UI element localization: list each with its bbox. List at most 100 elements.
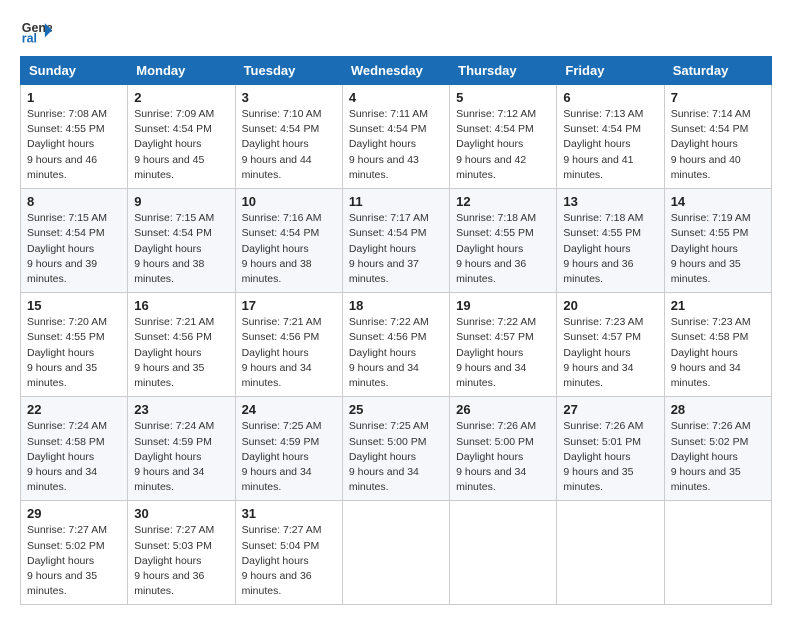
calendar-header-tuesday: Tuesday (235, 57, 342, 85)
day-number: 1 (27, 90, 121, 105)
day-number: 21 (671, 298, 765, 313)
day-info: Sunrise: 7:25 AM Sunset: 4:59 PM Dayligh… (242, 419, 336, 495)
day-number: 2 (134, 90, 228, 105)
svg-text:ral: ral (22, 32, 37, 46)
day-number: 17 (242, 298, 336, 313)
calendar-header-thursday: Thursday (450, 57, 557, 85)
day-info: Sunrise: 7:18 AM Sunset: 4:55 PM Dayligh… (563, 211, 657, 287)
day-info: Sunrise: 7:14 AM Sunset: 4:54 PM Dayligh… (671, 107, 765, 183)
day-number: 20 (563, 298, 657, 313)
calendar-cell (557, 501, 664, 605)
calendar-cell: 12 Sunrise: 7:18 AM Sunset: 4:55 PM Dayl… (450, 189, 557, 293)
calendar-cell: 27 Sunrise: 7:26 AM Sunset: 5:01 PM Dayl… (557, 397, 664, 501)
day-info: Sunrise: 7:09 AM Sunset: 4:54 PM Dayligh… (134, 107, 228, 183)
calendar-header-wednesday: Wednesday (342, 57, 449, 85)
day-number: 10 (242, 194, 336, 209)
calendar-table: SundayMondayTuesdayWednesdayThursdayFrid… (20, 56, 772, 605)
day-info: Sunrise: 7:12 AM Sunset: 4:54 PM Dayligh… (456, 107, 550, 183)
day-info: Sunrise: 7:17 AM Sunset: 4:54 PM Dayligh… (349, 211, 443, 287)
day-info: Sunrise: 7:27 AM Sunset: 5:02 PM Dayligh… (27, 523, 121, 599)
day-number: 12 (456, 194, 550, 209)
day-info: Sunrise: 7:18 AM Sunset: 4:55 PM Dayligh… (456, 211, 550, 287)
calendar-cell: 1 Sunrise: 7:08 AM Sunset: 4:55 PM Dayli… (21, 85, 128, 189)
day-info: Sunrise: 7:23 AM Sunset: 4:57 PM Dayligh… (563, 315, 657, 391)
calendar-cell: 31 Sunrise: 7:27 AM Sunset: 5:04 PM Dayl… (235, 501, 342, 605)
day-info: Sunrise: 7:11 AM Sunset: 4:54 PM Dayligh… (349, 107, 443, 183)
calendar-cell: 23 Sunrise: 7:24 AM Sunset: 4:59 PM Dayl… (128, 397, 235, 501)
day-number: 4 (349, 90, 443, 105)
day-number: 6 (563, 90, 657, 105)
day-number: 29 (27, 506, 121, 521)
calendar-header-row: SundayMondayTuesdayWednesdayThursdayFrid… (21, 57, 772, 85)
calendar-header-sunday: Sunday (21, 57, 128, 85)
day-info: Sunrise: 7:27 AM Sunset: 5:04 PM Dayligh… (242, 523, 336, 599)
calendar-week-3: 15 Sunrise: 7:20 AM Sunset: 4:55 PM Dayl… (21, 293, 772, 397)
day-info: Sunrise: 7:10 AM Sunset: 4:54 PM Dayligh… (242, 107, 336, 183)
calendar-cell: 22 Sunrise: 7:24 AM Sunset: 4:58 PM Dayl… (21, 397, 128, 501)
day-info: Sunrise: 7:26 AM Sunset: 5:02 PM Dayligh… (671, 419, 765, 495)
day-info: Sunrise: 7:20 AM Sunset: 4:55 PM Dayligh… (27, 315, 121, 391)
calendar-cell: 29 Sunrise: 7:27 AM Sunset: 5:02 PM Dayl… (21, 501, 128, 605)
day-number: 15 (27, 298, 121, 313)
day-number: 11 (349, 194, 443, 209)
calendar-cell (342, 501, 449, 605)
day-info: Sunrise: 7:25 AM Sunset: 5:00 PM Dayligh… (349, 419, 443, 495)
calendar-cell: 4 Sunrise: 7:11 AM Sunset: 4:54 PM Dayli… (342, 85, 449, 189)
day-number: 31 (242, 506, 336, 521)
day-number: 25 (349, 402, 443, 417)
day-number: 14 (671, 194, 765, 209)
day-info: Sunrise: 7:13 AM Sunset: 4:54 PM Dayligh… (563, 107, 657, 183)
calendar-cell: 18 Sunrise: 7:22 AM Sunset: 4:56 PM Dayl… (342, 293, 449, 397)
calendar-cell: 19 Sunrise: 7:22 AM Sunset: 4:57 PM Dayl… (450, 293, 557, 397)
day-info: Sunrise: 7:08 AM Sunset: 4:55 PM Dayligh… (27, 107, 121, 183)
calendar-header-saturday: Saturday (664, 57, 771, 85)
day-info: Sunrise: 7:26 AM Sunset: 5:00 PM Dayligh… (456, 419, 550, 495)
calendar-cell: 26 Sunrise: 7:26 AM Sunset: 5:00 PM Dayl… (450, 397, 557, 501)
calendar-cell: 21 Sunrise: 7:23 AM Sunset: 4:58 PM Dayl… (664, 293, 771, 397)
calendar-header-monday: Monday (128, 57, 235, 85)
day-number: 19 (456, 298, 550, 313)
calendar-cell: 5 Sunrise: 7:12 AM Sunset: 4:54 PM Dayli… (450, 85, 557, 189)
day-number: 8 (27, 194, 121, 209)
calendar-cell: 15 Sunrise: 7:20 AM Sunset: 4:55 PM Dayl… (21, 293, 128, 397)
day-info: Sunrise: 7:15 AM Sunset: 4:54 PM Dayligh… (134, 211, 228, 287)
day-number: 24 (242, 402, 336, 417)
day-number: 3 (242, 90, 336, 105)
day-number: 22 (27, 402, 121, 417)
day-number: 7 (671, 90, 765, 105)
calendar-header-friday: Friday (557, 57, 664, 85)
calendar-cell: 8 Sunrise: 7:15 AM Sunset: 4:54 PM Dayli… (21, 189, 128, 293)
day-number: 28 (671, 402, 765, 417)
calendar-cell (450, 501, 557, 605)
day-number: 16 (134, 298, 228, 313)
day-number: 13 (563, 194, 657, 209)
calendar-body: 1 Sunrise: 7:08 AM Sunset: 4:55 PM Dayli… (21, 85, 772, 605)
day-info: Sunrise: 7:27 AM Sunset: 5:03 PM Dayligh… (134, 523, 228, 599)
day-info: Sunrise: 7:21 AM Sunset: 4:56 PM Dayligh… (242, 315, 336, 391)
calendar-cell: 16 Sunrise: 7:21 AM Sunset: 4:56 PM Dayl… (128, 293, 235, 397)
calendar-cell: 25 Sunrise: 7:25 AM Sunset: 5:00 PM Dayl… (342, 397, 449, 501)
day-number: 27 (563, 402, 657, 417)
day-number: 5 (456, 90, 550, 105)
day-info: Sunrise: 7:22 AM Sunset: 4:57 PM Dayligh… (456, 315, 550, 391)
day-number: 9 (134, 194, 228, 209)
day-info: Sunrise: 7:23 AM Sunset: 4:58 PM Dayligh… (671, 315, 765, 391)
day-info: Sunrise: 7:16 AM Sunset: 4:54 PM Dayligh… (242, 211, 336, 287)
day-info: Sunrise: 7:24 AM Sunset: 4:58 PM Dayligh… (27, 419, 121, 495)
calendar-cell: 30 Sunrise: 7:27 AM Sunset: 5:03 PM Dayl… (128, 501, 235, 605)
calendar-cell: 10 Sunrise: 7:16 AM Sunset: 4:54 PM Dayl… (235, 189, 342, 293)
day-info: Sunrise: 7:24 AM Sunset: 4:59 PM Dayligh… (134, 419, 228, 495)
calendar-cell: 11 Sunrise: 7:17 AM Sunset: 4:54 PM Dayl… (342, 189, 449, 293)
logo-icon: Gene ral (20, 16, 52, 48)
day-number: 18 (349, 298, 443, 313)
calendar-cell: 14 Sunrise: 7:19 AM Sunset: 4:55 PM Dayl… (664, 189, 771, 293)
day-info: Sunrise: 7:21 AM Sunset: 4:56 PM Dayligh… (134, 315, 228, 391)
day-info: Sunrise: 7:15 AM Sunset: 4:54 PM Dayligh… (27, 211, 121, 287)
day-info: Sunrise: 7:19 AM Sunset: 4:55 PM Dayligh… (671, 211, 765, 287)
day-number: 26 (456, 402, 550, 417)
calendar-week-4: 22 Sunrise: 7:24 AM Sunset: 4:58 PM Dayl… (21, 397, 772, 501)
calendar-cell: 28 Sunrise: 7:26 AM Sunset: 5:02 PM Dayl… (664, 397, 771, 501)
calendar-cell (664, 501, 771, 605)
page-header: Gene ral (20, 16, 772, 48)
calendar-cell: 3 Sunrise: 7:10 AM Sunset: 4:54 PM Dayli… (235, 85, 342, 189)
